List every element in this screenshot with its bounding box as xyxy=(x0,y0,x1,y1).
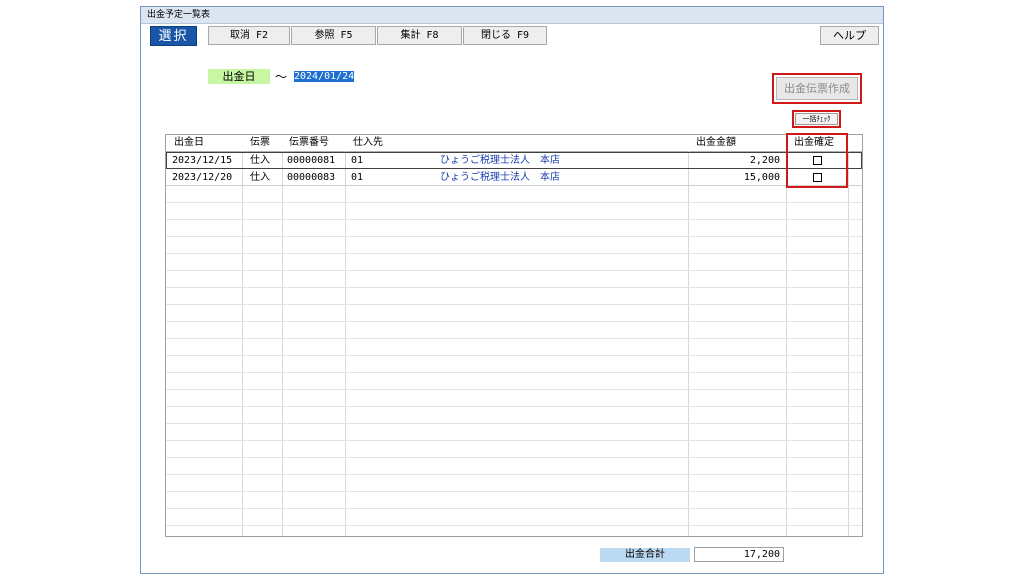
table-row[interactable]: 2023/12/15 仕入 00000081 01 ひょうご税理士法人 本店 2… xyxy=(166,152,862,169)
empty-row xyxy=(166,305,862,322)
row-supplier-name: ひょうご税理士法人 本店 xyxy=(440,172,560,183)
header-voucher-no: 伝票番号 xyxy=(289,137,329,148)
table-row[interactable]: 2023/12/20 仕入 00000083 01 ひょうご税理士法人 本店 1… xyxy=(166,169,862,186)
empty-row xyxy=(166,390,862,407)
grid-header: 出金日 伝票 伝票番号 仕入先 出金金額 出金確定 xyxy=(166,135,862,152)
header-voucher: 伝票 xyxy=(250,137,270,148)
row-voucher: 仕入 xyxy=(250,172,270,183)
close-button[interactable]: 閉じる F9 xyxy=(463,26,547,45)
row-supplier-code: 01 xyxy=(351,155,364,166)
empty-row xyxy=(166,458,862,475)
select-button[interactable]: 選択 xyxy=(150,26,197,46)
row-date: 2023/12/20 xyxy=(172,172,233,183)
window-title: 出金予定一覧表 xyxy=(141,7,883,24)
reference-button[interactable]: 参照 F5 xyxy=(291,26,376,45)
help-button[interactable]: ヘルプ xyxy=(820,26,879,45)
empty-row xyxy=(166,288,862,305)
create-voucher-button[interactable]: 出金伝票作成 xyxy=(776,77,858,100)
bulk-check-button[interactable]: 一括ﾁｪｯｸ xyxy=(795,113,838,125)
row-voucher-no: 00000081 xyxy=(287,155,336,166)
confirm-column-highlight xyxy=(786,133,848,188)
empty-row xyxy=(166,322,862,339)
row-voucher-no: 00000083 xyxy=(287,172,336,183)
cancel-button[interactable]: 取消 F2 xyxy=(208,26,290,45)
empty-row xyxy=(166,203,862,220)
header-supplier: 仕入先 xyxy=(353,137,383,148)
row-amount: 2,200 xyxy=(749,155,780,166)
range-tilde: ～ xyxy=(275,70,288,84)
empty-row xyxy=(166,407,862,424)
empty-row xyxy=(166,373,862,390)
empty-row xyxy=(166,254,862,271)
empty-row xyxy=(166,475,862,492)
empty-row xyxy=(166,186,862,203)
row-amount: 15,000 xyxy=(743,172,780,183)
payment-date-input[interactable]: 2024/01/24 xyxy=(292,69,356,84)
row-supplier-name: ひょうご税理士法人 本店 xyxy=(440,155,560,166)
empty-row xyxy=(166,339,862,356)
payment-total-value: 17,200 xyxy=(694,547,784,562)
header-date: 出金日 xyxy=(174,137,204,148)
empty-row xyxy=(166,509,862,526)
payment-schedule-grid: 出金日 伝票 伝票番号 仕入先 出金金額 出金確定 2023/12/15 仕入 … xyxy=(165,134,863,537)
payment-date-label: 出金日 xyxy=(208,69,270,84)
empty-row xyxy=(166,220,862,237)
row-supplier-code: 01 xyxy=(351,172,364,183)
empty-row xyxy=(166,237,862,254)
header-amount: 出金金額 xyxy=(696,137,736,148)
summary-button[interactable]: 集計 F8 xyxy=(377,26,462,45)
payment-date-value: 2024/01/24 xyxy=(294,71,355,82)
row-voucher: 仕入 xyxy=(250,155,270,166)
empty-row xyxy=(166,271,862,288)
empty-row xyxy=(166,424,862,441)
row-date: 2023/12/15 xyxy=(172,155,233,166)
empty-row xyxy=(166,492,862,509)
main-window: 出金予定一覧表 選択 取消 F2 参照 F5 集計 F8 閉じる F9 ヘルプ … xyxy=(140,6,884,574)
empty-row xyxy=(166,356,862,373)
empty-row xyxy=(166,441,862,458)
payment-total-label: 出金合計 xyxy=(600,548,690,562)
